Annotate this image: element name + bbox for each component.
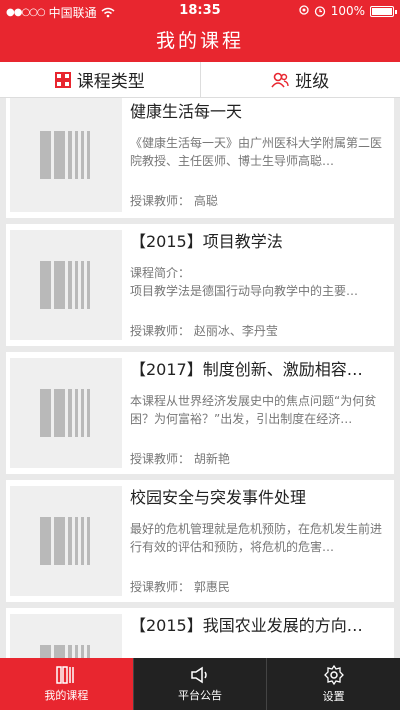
course-title: 【2015】我国农业发展的方向… (130, 616, 363, 635)
course-card[interactable]: 【2015】项目教学法 课程简介： 项目教学法是德国行动导向教学中的主要… 授课… (6, 224, 394, 346)
page-title: 我的课程 (0, 22, 400, 62)
location-icon (299, 5, 309, 15)
course-description: 最好的危机管理就是危机预防，在危机发生前进行有效的评估和预防，将危机的危害… (130, 522, 383, 554)
course-teacher: 授课教师： 高聪 (130, 194, 218, 208)
course-description: 课程简介： 项目教学法是德国行动导向教学中的主要… (130, 266, 359, 298)
speaker-icon (191, 666, 207, 683)
course-title: 【2015】项目教学法 (130, 232, 283, 251)
course-thumbnail (10, 486, 122, 596)
nav-settings-label: 设置 (322, 689, 345, 703)
tab-course-type-label: 课程类型 (76, 72, 145, 92)
course-list: 健康生活每一天 《健康生活每一天》由广州医科大学附属第二医院教授、主任医师、博士… (0, 98, 400, 658)
books-icon (56, 665, 75, 684)
course-description: 《健康生活每一天》由广州医科大学附属第二医院教授、主任医师、博士生导师高聪… (130, 136, 383, 168)
nav-announcements-label: 平台公告 (178, 688, 222, 702)
alarm-icon (314, 6, 325, 17)
books-icon (40, 389, 90, 437)
course-title: 校园安全与突发事件处理 (130, 488, 307, 507)
course-thumbnail (10, 98, 122, 212)
gear-icon (323, 664, 344, 685)
course-thumbnail (10, 230, 122, 340)
course-title: 【2017】制度创新、激励相容… (130, 360, 363, 379)
nav-my-courses-label: 我的课程 (44, 688, 89, 702)
course-thumbnail (10, 358, 122, 468)
course-card[interactable]: 【2015】我国农业发展的方向… (6, 608, 394, 658)
nav-announcements[interactable]: 平台公告 (132, 658, 267, 710)
nav-settings[interactable]: 设置 (266, 658, 400, 710)
books-icon (40, 131, 90, 179)
course-teacher: 授课教师： 胡新艳 (130, 452, 230, 466)
course-thumbnail (10, 614, 122, 658)
course-description: 本课程从世界经济发展史中的焦点问题“为何贫困？为何富裕？”出发，引出制度在经济… (130, 394, 377, 426)
course-teacher: 授课教师： 赵丽冰、李丹莹 (130, 324, 278, 338)
course-teacher: 授课教师： 郭惠民 (130, 580, 230, 594)
books-icon (40, 261, 90, 309)
status-bar: ●●○○○ 中国联通 18:35 100% (0, 0, 400, 22)
battery-percent: 100% (330, 4, 365, 18)
course-card[interactable]: 健康生活每一天 《健康生活每一天》由广州医科大学附属第二医院教授、主任医师、博士… (6, 98, 394, 218)
tab-bar: 课程类型 班级 (0, 62, 400, 98)
tab-class-label: 班级 (295, 72, 330, 92)
tab-course-type[interactable]: 课程类型 (0, 62, 200, 97)
books-icon (40, 517, 90, 565)
battery-icon (370, 5, 397, 17)
people-icon (271, 72, 289, 88)
bottom-nav: 我的课程 平台公告 设置 (0, 658, 400, 710)
books-icon (40, 645, 90, 658)
tab-class[interactable]: 班级 (199, 62, 400, 97)
course-card[interactable]: 校园安全与突发事件处理 最好的危机管理就是危机预防，在危机发生前进行有效的评估和… (6, 480, 394, 602)
course-card[interactable]: 【2017】制度创新、激励相容… 本课程从世界经济发展史中的焦点问题“为何贫困？… (6, 352, 394, 474)
grid-icon (54, 71, 71, 88)
nav-my-courses[interactable]: 我的课程 (0, 658, 133, 710)
course-title: 健康生活每一天 (130, 102, 243, 121)
